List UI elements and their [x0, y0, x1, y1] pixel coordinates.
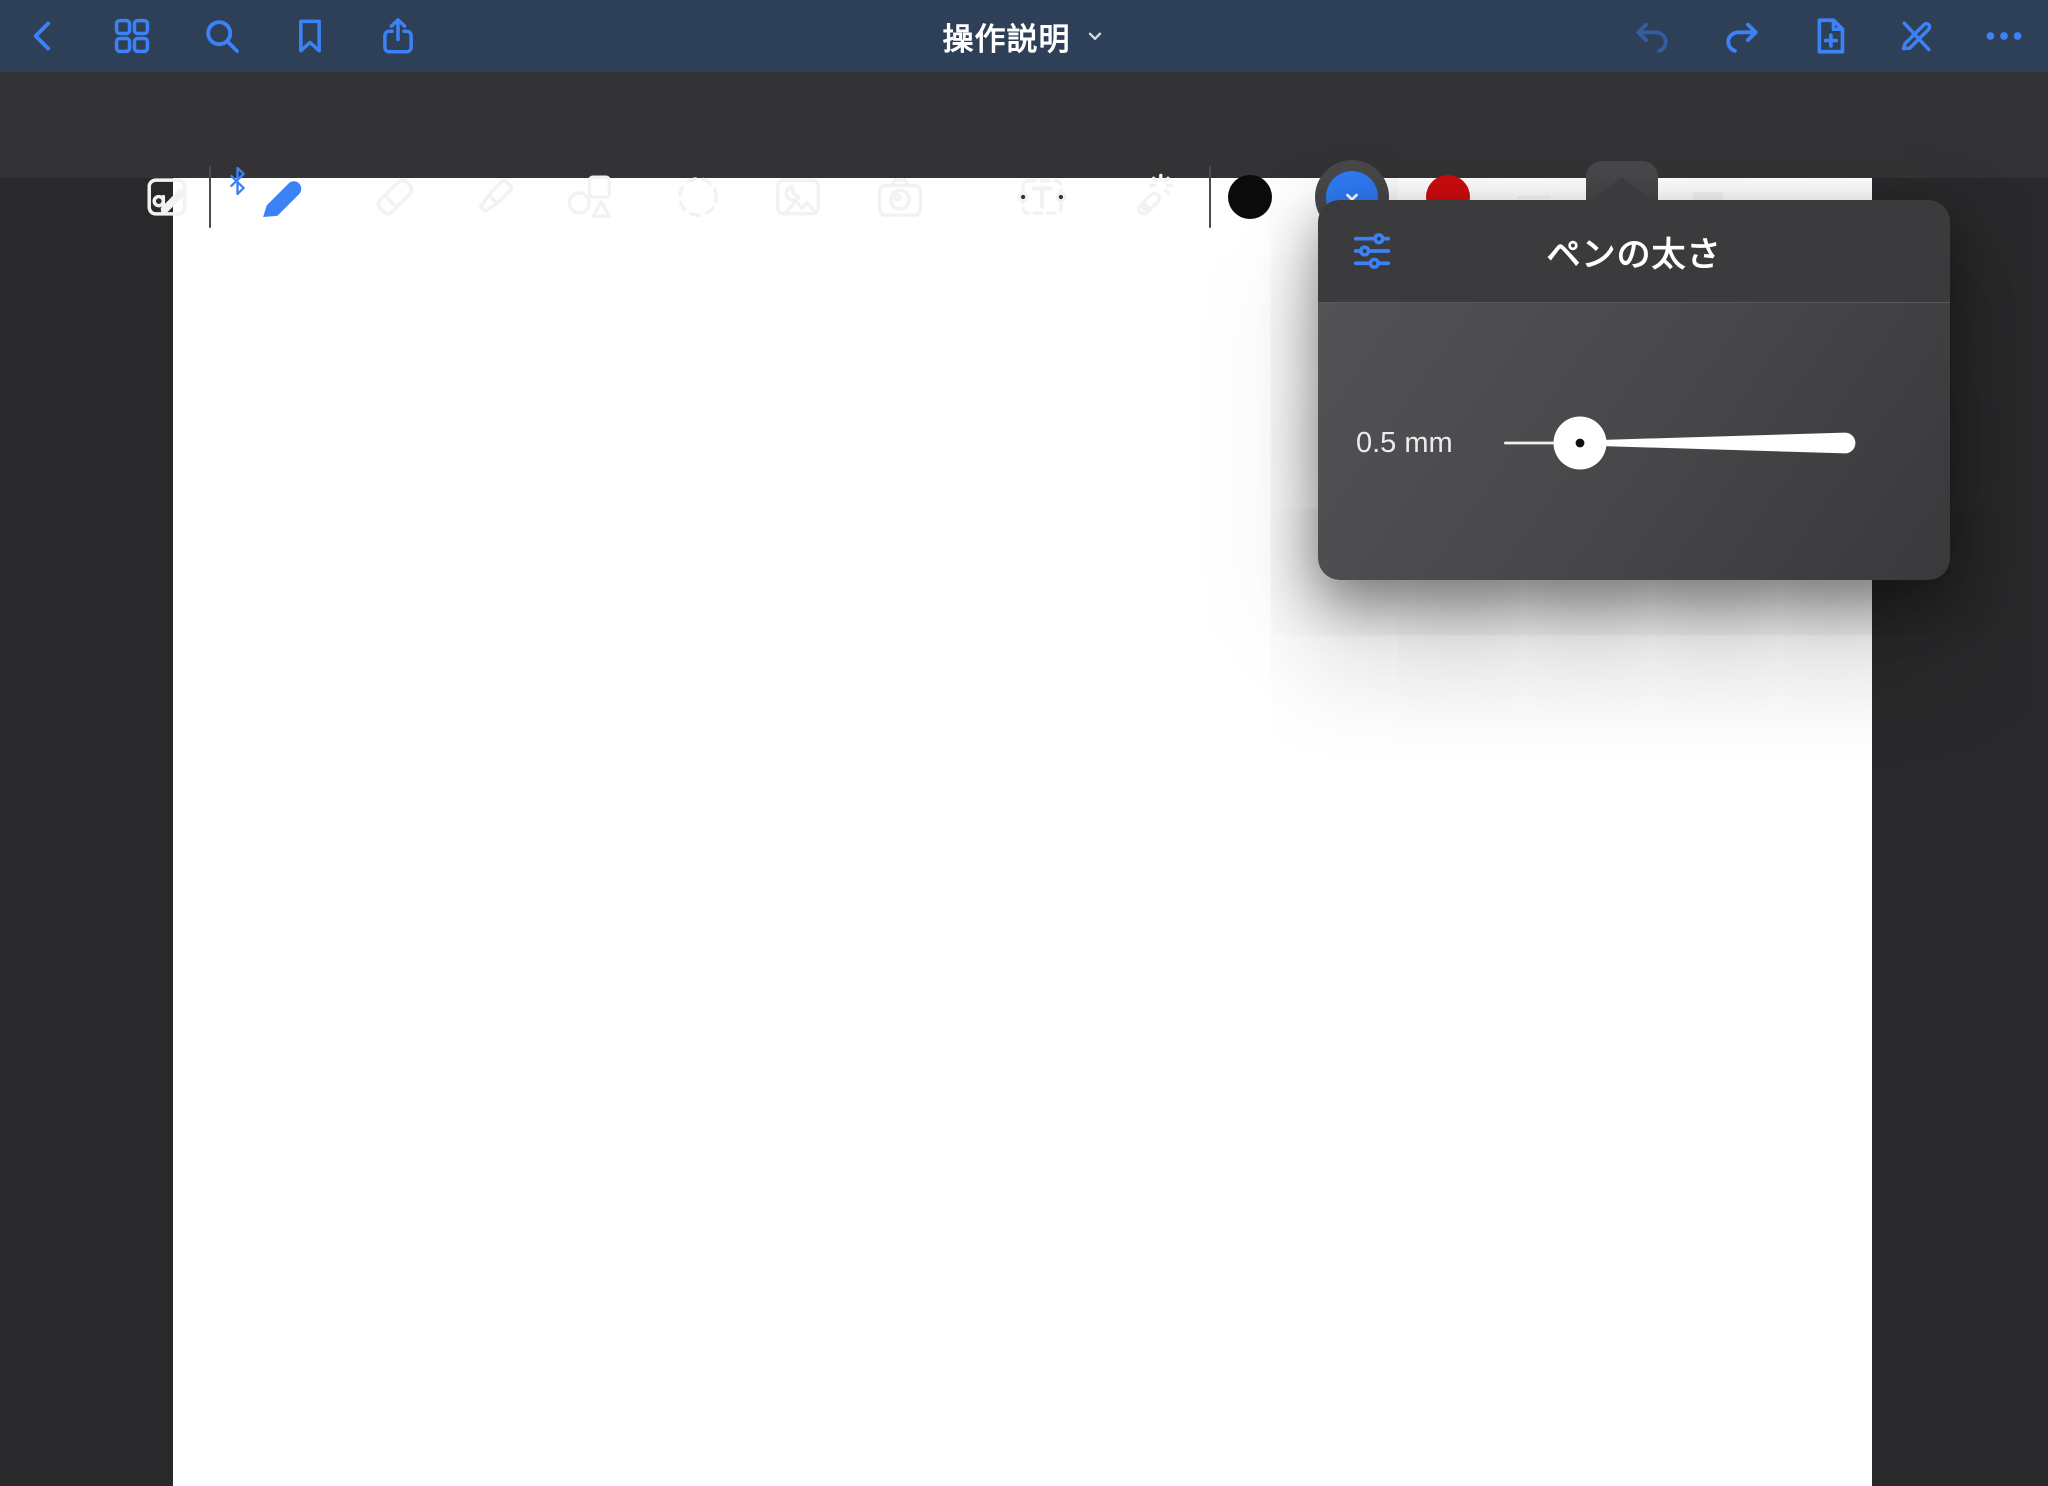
- page-thumbnails-button[interactable]: [110, 14, 154, 58]
- pencil-cross-icon: [1894, 14, 1938, 58]
- paper-mode-tool[interactable]: [139, 169, 195, 225]
- search-icon: [201, 15, 243, 57]
- popover-title: ペンの太さ: [1318, 200, 1950, 302]
- pen-thickness-slider[interactable]: [1504, 413, 1878, 473]
- insert-image-tool[interactable]: [770, 169, 826, 225]
- bookmark-button[interactable]: [288, 14, 332, 58]
- add-page-button[interactable]: [1808, 14, 1852, 58]
- lasso-tool[interactable]: [670, 169, 726, 225]
- search-button[interactable]: [200, 14, 244, 58]
- pen-tool[interactable]: [252, 169, 308, 225]
- document-title: 操作説明: [943, 14, 1071, 59]
- toolbar-divider: [1209, 166, 1211, 228]
- add-page-icon: [1808, 14, 1852, 58]
- ellipsis-icon: [1982, 13, 2026, 59]
- shapes-tool[interactable]: [562, 169, 618, 225]
- text-icon: [1015, 170, 1069, 224]
- camera-icon: [873, 170, 927, 224]
- text-tool[interactable]: [1014, 169, 1070, 225]
- back-button[interactable]: [22, 14, 66, 58]
- app-window: 操作説明: [0, 0, 2048, 1486]
- paper-pen-icon: [141, 171, 193, 223]
- bluetooth-icon: [229, 166, 246, 201]
- share-icon: [377, 15, 419, 57]
- pen-thickness-popover: ペンの太さ 0.5 mm: [1318, 200, 1950, 580]
- slider-track-wedge[interactable]: [1580, 433, 1855, 454]
- eraser-tool[interactable]: [367, 169, 423, 225]
- lasso-icon: [672, 171, 724, 223]
- top-navigation-bar: 操作説明: [0, 0, 2048, 72]
- drawing-toolbar: [0, 72, 2048, 178]
- thin-line-icon: [1517, 196, 1551, 199]
- laser-pointer-icon: [1123, 170, 1177, 224]
- highlighter-icon: [469, 171, 521, 223]
- pen-icon: [253, 170, 307, 224]
- undo-icon: [1630, 14, 1674, 58]
- chevron-down-icon: [1084, 25, 1106, 47]
- share-button[interactable]: [376, 14, 420, 58]
- redo-button[interactable]: [1720, 14, 1764, 58]
- image-icon: [771, 170, 825, 224]
- redo-icon: [1720, 14, 1764, 58]
- thumb-size-dot: [1576, 439, 1585, 448]
- chevron-left-icon: [24, 16, 64, 56]
- pen-mode-toggle-button[interactable]: [1894, 14, 1938, 58]
- shapes-icon: [563, 170, 617, 224]
- popover-body: 0.5 mm: [1318, 303, 1950, 580]
- eraser-icon: [369, 171, 421, 223]
- popover-header: ペンの太さ: [1318, 200, 1950, 302]
- laser-pointer-tool[interactable]: [1122, 169, 1178, 225]
- camera-tool[interactable]: [872, 169, 928, 225]
- undo-button[interactable]: [1630, 14, 1674, 58]
- more-button[interactable]: [1982, 14, 2026, 58]
- grid-icon: [111, 15, 153, 57]
- document-title-button[interactable]: 操作説明: [937, 13, 1112, 60]
- bookmark-icon: [290, 16, 330, 56]
- highlighter-tool[interactable]: [467, 169, 523, 225]
- pen-thickness-value: 0.5 mm: [1356, 427, 1453, 460]
- color-swatch-black[interactable]: [1228, 175, 1272, 219]
- toolbar-divider: [209, 166, 211, 228]
